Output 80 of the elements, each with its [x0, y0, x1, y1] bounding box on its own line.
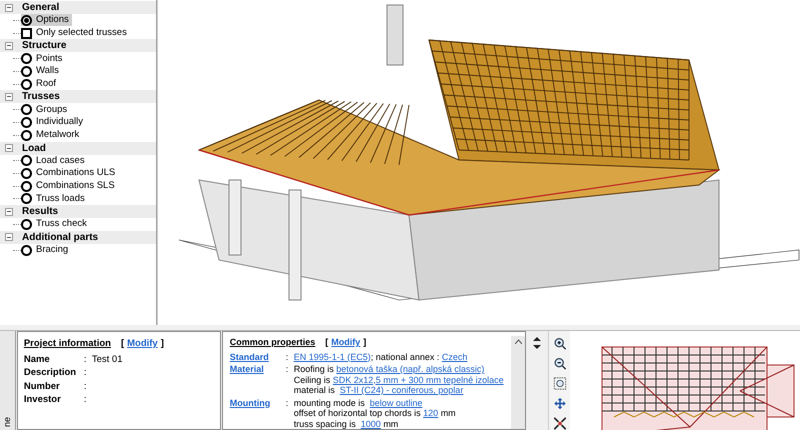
radio-button[interactable] [21, 78, 32, 90]
radio-button[interactable] [21, 66, 32, 77]
bracket: [ [325, 336, 328, 349]
field-separator: : [84, 393, 88, 408]
zoom-in-icon[interactable] [552, 337, 568, 350]
collapse-icon[interactable] [5, 144, 13, 152]
radio-button[interactable] [21, 219, 32, 230]
resize-arrows-icon[interactable] [533, 337, 542, 349]
collapse-icon[interactable] [5, 42, 13, 50]
property-heading-link[interactable]: Mounting [230, 398, 286, 408]
tree-item[interactable]: Metalwork [21, 129, 82, 142]
tree-item[interactable]: Only selected trusses [21, 27, 130, 40]
tree-item[interactable]: Load cases [21, 154, 88, 167]
field-label: Name [24, 352, 51, 367]
radio-button[interactable] [21, 244, 32, 256]
expand-arrows-icon[interactable] [552, 417, 568, 430]
radio-button[interactable] [21, 155, 32, 166]
bracket: ] [363, 336, 366, 349]
move-arrows-icon[interactable] [552, 397, 568, 410]
radio-button[interactable] [21, 104, 32, 116]
panel-title: Common properties [230, 336, 316, 349]
tree-item[interactable]: Combinations ULS [21, 168, 118, 180]
bracket: [ [120, 337, 124, 351]
radio-button[interactable] [21, 168, 32, 180]
tree-section-header[interactable]: Load [22, 140, 46, 156]
property-text: mounting mode is below outline [294, 398, 424, 408]
property-text: Ceiling is SDK 2x12,5 mm + 300 mm tepelné izolace [294, 374, 504, 385]
tree-item[interactable]: Walls [21, 65, 62, 78]
property-text: EN 1995-1-1 (EC5); national annex : Czech [294, 352, 468, 362]
modify-link[interactable]: Modify [331, 336, 360, 350]
tree-item[interactable]: Individually [21, 116, 86, 128]
property-link[interactable]: Czech [442, 352, 468, 362]
modify-link[interactable]: Modify [127, 337, 158, 352]
property-heading-link[interactable]: Material [230, 364, 286, 374]
collapse-icon[interactable] [5, 92, 13, 101]
zoom-out-icon[interactable] [552, 357, 568, 370]
roof-3d-viewport[interactable] [157, 0, 800, 325]
field-value: Test 01 [92, 352, 122, 367]
radio-button[interactable] [21, 53, 32, 64]
property-text: truss spacing is 1000 mm [294, 418, 400, 429]
tree-item[interactable]: Points [21, 52, 66, 65]
tree-item[interactable]: Bracing [21, 244, 72, 256]
collapse-icon[interactable] [5, 4, 13, 12]
property-separator: : [286, 352, 290, 362]
field-label: Number [24, 380, 61, 394]
radio-button[interactable] [21, 14, 32, 26]
radio-button[interactable] [21, 193, 32, 204]
property-separator: : [286, 398, 290, 408]
collapse-icon[interactable] [5, 208, 13, 216]
tree-item[interactable]: Groups [21, 104, 70, 116]
property-text: offset of horizontal top chords is 120 mm [294, 408, 456, 418]
panel-title: Project information [24, 337, 111, 351]
radio-button[interactable] [21, 130, 32, 141]
property-link[interactable]: 120 [423, 408, 438, 418]
property-separator: : [286, 364, 290, 374]
radio-button[interactable] [21, 180, 32, 192]
field-separator: : [84, 380, 88, 394]
side-tab[interactable]: ne [2, 417, 12, 427]
tree-item[interactable]: Options [21, 14, 72, 26]
property-link[interactable]: EN 1995-1-1 (EC5) [294, 352, 371, 362]
property-link[interactable]: below outline [370, 398, 422, 408]
bracket: ] [160, 337, 164, 351]
field-label: Investor [24, 393, 62, 408]
scroll-up-icon[interactable] [514, 339, 522, 344]
field-label: Description [24, 366, 78, 380]
property-text: material is ST-II (C24) - coniferous, poplar [294, 385, 464, 396]
field-separator: : [84, 366, 88, 380]
radio-button[interactable] [21, 116, 32, 128]
property-link[interactable]: 1000 [360, 418, 381, 428]
checkbox[interactable] [21, 28, 32, 39]
scrollbar[interactable] [511, 336, 526, 429]
collapse-icon[interactable] [5, 233, 13, 242]
field-separator: : [84, 352, 88, 367]
property-link[interactable]: SDK 2x12,5 mm + 300 mm tepelné izolace [332, 374, 504, 384]
tree-item[interactable]: Combinations SLS [21, 180, 118, 192]
property-link[interactable]: betonová taška (např. alpská classic) [336, 364, 484, 374]
zoom-extent-icon[interactable] [552, 377, 568, 390]
property-heading-link[interactable]: Standard [230, 352, 286, 362]
property-link[interactable]: ST-II (C24) - coniferous, poplar [340, 385, 464, 395]
property-text: Roofing is betonová taška (např. alpská classic) [294, 364, 486, 374]
